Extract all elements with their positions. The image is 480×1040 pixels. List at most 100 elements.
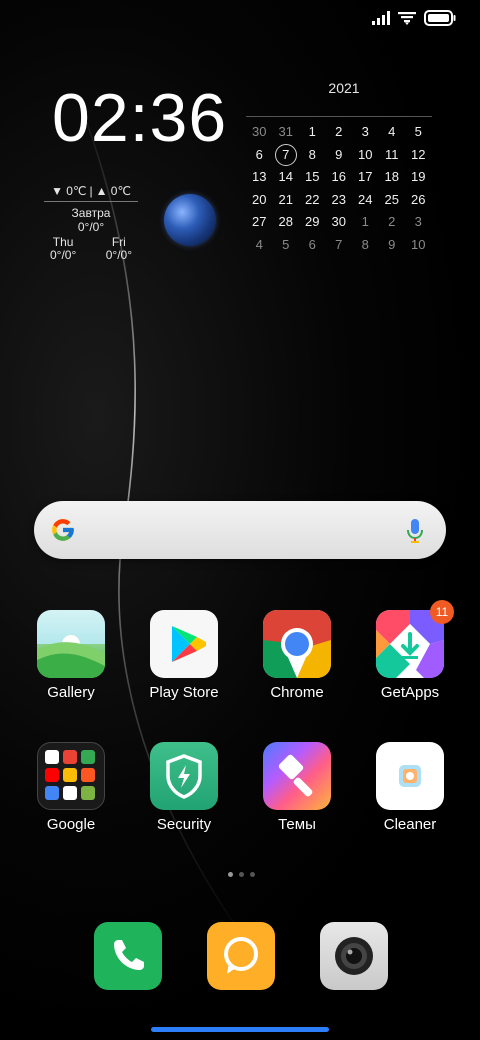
calendar-day[interactable]: 10	[405, 234, 432, 257]
clock-time[interactable]: 02:36	[52, 78, 227, 158]
security-icon	[150, 742, 218, 810]
forecast-day: Thu 0°/0°	[44, 236, 82, 262]
tomorrow-temp: 0°/0°	[77, 220, 105, 234]
play-store-icon	[150, 610, 218, 678]
gallery-icon	[37, 610, 105, 678]
calendar-day[interactable]: 2	[379, 211, 406, 234]
calendar-day[interactable]: 13	[246, 166, 273, 189]
camera-icon[interactable]	[320, 922, 388, 990]
calendar-day[interactable]: 9	[379, 234, 406, 257]
app-label: Chrome	[270, 684, 324, 701]
battery-icon	[424, 10, 456, 26]
today-temp-range: ▼ 0℃ | ▲ 0℃	[44, 184, 138, 198]
calendar-day[interactable]: 11	[379, 144, 406, 167]
calendar-day[interactable]: 16	[326, 166, 353, 189]
calendar-day[interactable]: 12	[405, 144, 432, 167]
calendar-day[interactable]: 5	[273, 234, 300, 257]
signal-icon	[372, 11, 390, 25]
messaging-icon[interactable]	[207, 922, 275, 990]
calendar-year: 2021	[328, 80, 360, 96]
forecast-day-temp: 0°/0°	[105, 248, 132, 262]
calendar-widget[interactable]: 2021 30 31 1 2 3 4 5 6 7 8 9 10 11 12 13 14 15 16 17 18 19 20…	[246, 78, 432, 256]
app-label: Темы	[278, 816, 316, 833]
weather-widget[interactable]: ▼ 0℃ | ▲ 0℃ Завтра 0°/0° Thu 0°/0° Fri 0…	[44, 184, 138, 262]
app-label: Gallery	[47, 684, 95, 701]
page-dot	[228, 872, 233, 877]
calendar-day[interactable]: 28	[273, 211, 300, 234]
calendar-day[interactable]: 24	[352, 189, 379, 212]
calendar-day[interactable]: 1	[299, 121, 326, 144]
chrome-icon	[263, 610, 331, 678]
calendar-day[interactable]: 21	[273, 189, 300, 212]
home-screen: 02:36 ▼ 0℃ | ▲ 0℃ Завтра 0°/0° Thu 0°/0°…	[0, 0, 480, 1040]
calendar-day[interactable]: 17	[352, 166, 379, 189]
calendar-day[interactable]: 26	[405, 189, 432, 212]
app-security[interactable]: Security	[134, 742, 234, 833]
calendar-day[interactable]: 22	[299, 189, 326, 212]
notification-badge: 11	[430, 600, 454, 624]
app-label: GetApps	[380, 684, 440, 701]
calendar-day[interactable]: 3	[352, 121, 379, 144]
calendar-day[interactable]: 4	[246, 234, 273, 257]
temp-separator: |	[89, 184, 93, 198]
cleaner-icon	[376, 742, 444, 810]
today-low-temp: ▼ 0℃	[51, 184, 87, 198]
google-g-icon	[52, 519, 74, 541]
calendar-day[interactable]: 30	[326, 211, 353, 234]
tomorrow-label: Завтра	[71, 206, 111, 220]
calendar-day[interactable]: 8	[352, 234, 379, 257]
forecast-day: Fri 0°/0°	[100, 236, 138, 262]
app-play-store[interactable]: Play Store	[134, 610, 234, 701]
calendar-day[interactable]: 23	[326, 189, 353, 212]
calendar-day[interactable]: 15	[299, 166, 326, 189]
app-label: Cleaner	[383, 816, 437, 833]
calendar-day[interactable]: 14	[273, 166, 300, 189]
calendar-day[interactable]: 29	[299, 211, 326, 234]
page-indicator[interactable]	[228, 872, 255, 877]
gesture-nav-bar[interactable]	[151, 1027, 329, 1032]
page-dot	[250, 872, 255, 877]
weather-forecast: Thu 0°/0° Fri 0°/0°	[44, 236, 138, 262]
calendar-day[interactable]: 20	[246, 189, 273, 212]
calendar-day[interactable]: 7	[326, 234, 353, 257]
calendar-day[interactable]: 8	[299, 144, 326, 167]
calendar-day[interactable]: 30	[246, 121, 273, 144]
calendar-day[interactable]: 10	[352, 144, 379, 167]
google-search-bar[interactable]	[34, 501, 446, 559]
app-label: Security	[156, 816, 212, 833]
calendar-day[interactable]: 9	[326, 144, 353, 167]
app-cleaner[interactable]: Cleaner	[360, 742, 460, 833]
planet-image[interactable]	[164, 194, 216, 246]
app-gallery[interactable]: Gallery	[21, 610, 121, 701]
calendar-day[interactable]: 18	[379, 166, 406, 189]
calendar-day[interactable]: 27	[246, 211, 273, 234]
calendar-day[interactable]: 3	[405, 211, 432, 234]
calendar-day-today[interactable]: 7	[273, 143, 300, 167]
google-folder-icon	[37, 742, 105, 810]
calendar-day[interactable]: 6	[246, 144, 273, 167]
calendar-day[interactable]: 2	[326, 121, 353, 144]
calendar-day[interactable]: 1	[352, 211, 379, 234]
app-google-folder[interactable]: Google	[21, 742, 121, 833]
weather-divider	[44, 201, 138, 202]
forecast-day-temp: 0°/0°	[50, 248, 77, 262]
today-high-temp: ▲ 0℃	[95, 184, 131, 198]
app-themes[interactable]: Темы	[247, 742, 347, 833]
phone-icon[interactable]	[94, 922, 162, 990]
calendar-day[interactable]: 19	[405, 166, 432, 189]
app-label: Play Store	[149, 684, 219, 701]
page-dot	[239, 872, 244, 877]
app-label: Google	[46, 816, 96, 833]
calendar-day[interactable]: 31	[273, 121, 300, 144]
calendar-day[interactable]: 5	[405, 121, 432, 144]
status-bar	[372, 10, 456, 26]
calendar-day[interactable]: 4	[379, 121, 406, 144]
app-chrome[interactable]: Chrome	[247, 610, 347, 701]
calendar-divider	[246, 116, 432, 117]
calendar-day[interactable]: 6	[299, 234, 326, 257]
mic-icon[interactable]	[406, 518, 424, 544]
wifi-icon	[398, 12, 416, 25]
themes-icon	[263, 742, 331, 810]
app-getapps[interactable]: 11 GetApps	[360, 600, 460, 701]
calendar-day[interactable]: 25	[379, 189, 406, 212]
